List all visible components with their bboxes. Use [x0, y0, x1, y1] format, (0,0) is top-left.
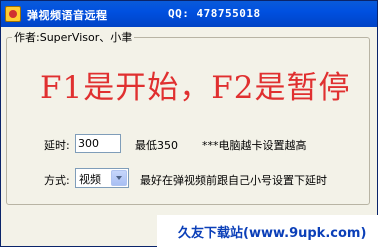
groupbox-legend: 作者:SuperVisor、小聿 [12, 29, 135, 45]
mode-selected-value: 视频 [79, 173, 101, 186]
window-title: 弹视频语音远程 [27, 9, 108, 22]
watermark-text: 久友下载站(www.9upk.com) [178, 226, 367, 241]
delay-min-note: 最低350 [135, 139, 178, 152]
app-icon [5, 6, 21, 22]
hotkey-instruction: F1是开始，F2是暂停 [40, 70, 351, 106]
delay-hint: ***电脑越卡设置越高 [202, 139, 307, 152]
mode-label: 方式: [44, 174, 70, 187]
delay-input[interactable] [75, 134, 121, 153]
mode-hint: 最好在弹视频前跟自己小号设置下延时 [140, 174, 327, 187]
delay-label: 延时: [44, 139, 70, 152]
mode-dropdown[interactable]: 视频 [75, 168, 129, 188]
title-bar[interactable]: 弹视频语音远程 QQ: 478755018 [1, 1, 377, 27]
chevron-down-icon[interactable] [111, 170, 127, 186]
window-title-qq: QQ: 478755018 [168, 7, 261, 20]
